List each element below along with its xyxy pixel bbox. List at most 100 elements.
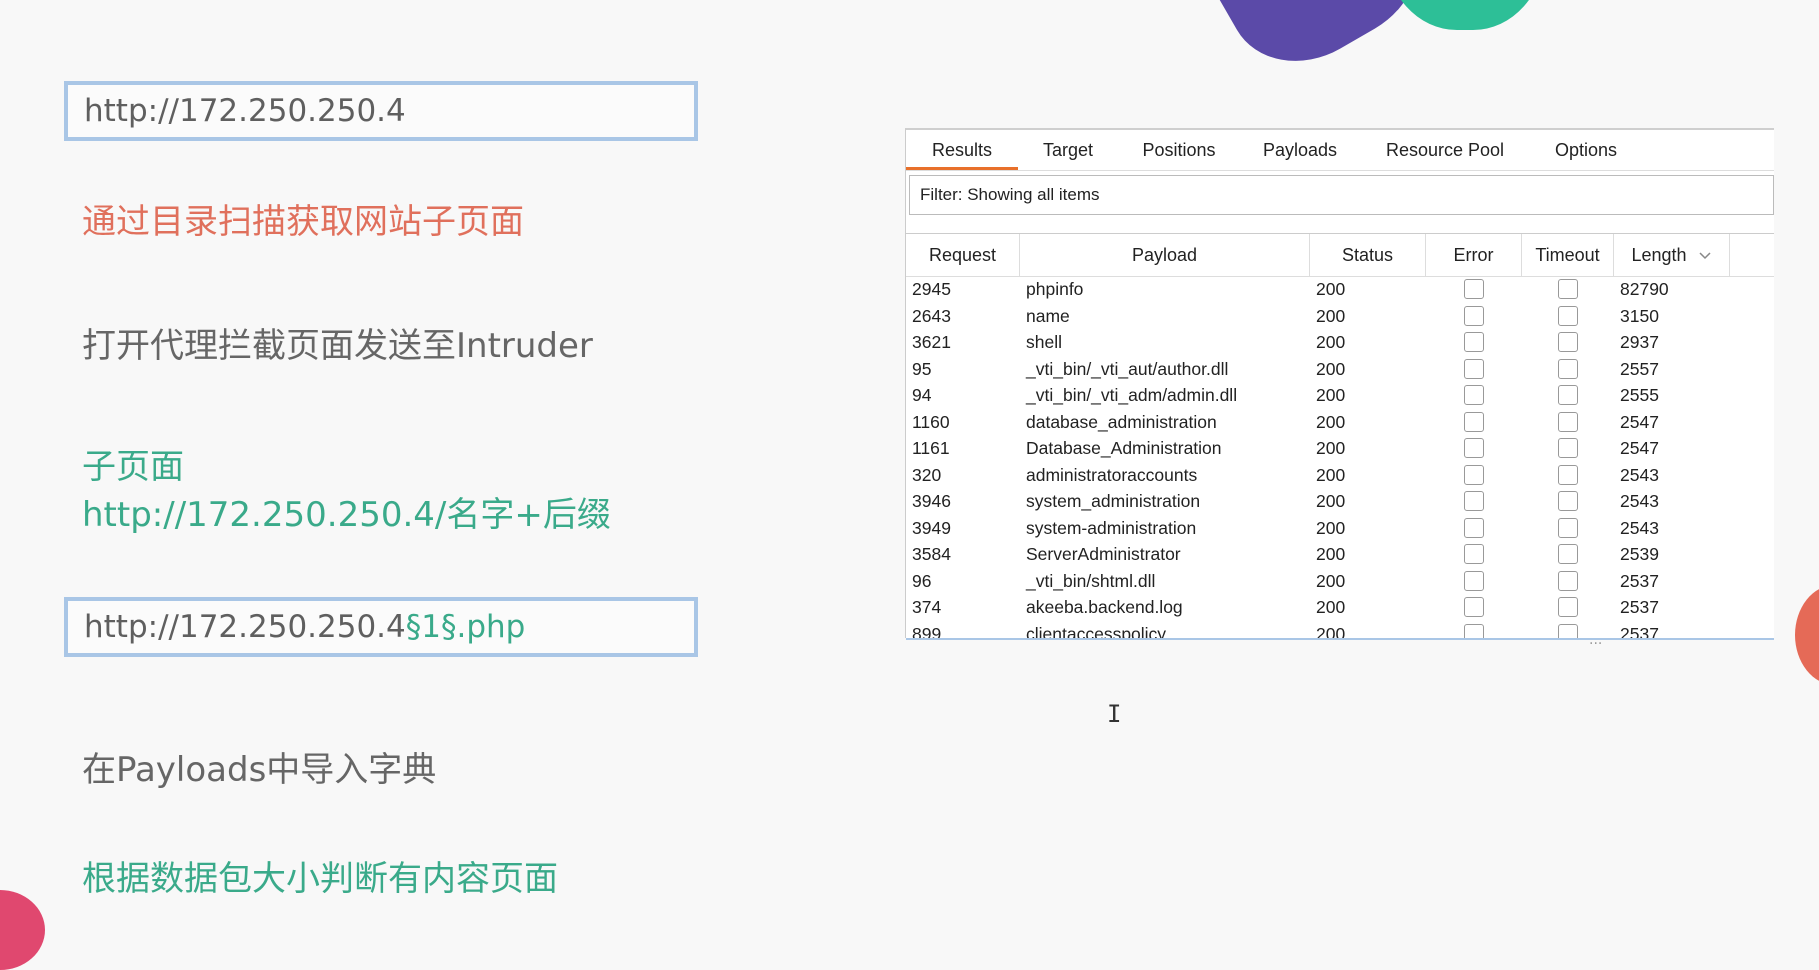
request-cell: 3621: [912, 332, 951, 352]
payload-cell: name: [1026, 305, 1070, 326]
column-header-error[interactable]: Error: [1426, 234, 1522, 276]
tab-positions[interactable]: Positions: [1118, 130, 1240, 170]
status-cell: 200: [1316, 517, 1346, 538]
request-cell: 2945: [912, 279, 951, 299]
payload-cell: system-administration: [1026, 517, 1197, 538]
request-cell: 1160: [912, 411, 950, 432]
subpage-url-pattern: http://172.250.250.4/名字+后缀: [82, 495, 611, 535]
table-row[interactable]: 320 administratoraccounts 200 2543: [906, 462, 1774, 489]
column-header-status[interactable]: Status: [1310, 234, 1426, 276]
results-filter-bar[interactable]: Filter: Showing all items: [909, 175, 1774, 215]
payload-cell: system_administration: [1026, 491, 1201, 511]
table-row[interactable]: 899 clientaccesspolicy 200 2537: [906, 621, 1774, 640]
tab-payloads[interactable]: Payloads: [1240, 130, 1360, 170]
status-cell: 200: [1316, 305, 1346, 326]
length-cell: 2543: [1620, 491, 1659, 511]
length-cell: 2555: [1620, 385, 1659, 405]
length-cell: 2537: [1620, 623, 1659, 640]
resize-handle[interactable]: ...: [1589, 632, 1602, 648]
text-cursor-icon: I: [1107, 700, 1122, 728]
tab-target[interactable]: Target: [1018, 130, 1118, 170]
payload-url-suffix: .php: [456, 609, 526, 645]
table-row[interactable]: 374 akeeba.backend.log 200 2537: [906, 594, 1774, 621]
results-table-body: 2945 phpinfo 200 82790 2643 name 200 3150 3621 sh…: [906, 276, 1774, 640]
status-cell: 200: [1316, 332, 1346, 352]
error-checkbox: [1464, 385, 1484, 405]
error-checkbox: [1464, 544, 1484, 564]
table-row[interactable]: 3949 system-administration 200 2543: [906, 515, 1774, 542]
timeout-checkbox: [1558, 385, 1578, 405]
length-cell: 2537: [1620, 570, 1659, 591]
error-checkbox: [1464, 279, 1484, 299]
length-cell: 2557: [1620, 358, 1659, 379]
timeout-checkbox: [1558, 305, 1578, 326]
payload-position-marker: §1§: [405, 609, 457, 645]
column-header-payload[interactable]: Payload: [1020, 234, 1310, 276]
payload-position-url-box: http://172.250.250.4§1§.php: [64, 597, 698, 657]
tab-resource-pool[interactable]: Resource Pool: [1360, 130, 1530, 170]
intruder-tabs: Results Target Positions Payloads Resour…: [906, 130, 1774, 171]
table-row[interactable]: 1161 Database_Administration 200 2547: [906, 435, 1774, 462]
error-checkbox: [1464, 305, 1484, 326]
column-header-length[interactable]: Length: [1614, 234, 1730, 276]
status-cell: 200: [1316, 544, 1346, 564]
target-url-box: http://172.250.250.4: [64, 81, 698, 141]
error-checkbox: [1464, 570, 1484, 591]
step-send-to-intruder: 打开代理拦截页面发送至Intruder: [82, 326, 593, 366]
tab-results[interactable]: Results: [906, 130, 1018, 170]
status-cell: 200: [1316, 491, 1346, 511]
status-cell: 200: [1316, 623, 1346, 640]
table-row[interactable]: 2643 name 200 3150: [906, 303, 1774, 330]
status-cell: 200: [1316, 279, 1346, 299]
timeout-checkbox: [1558, 597, 1578, 617]
table-row[interactable]: 3584 ServerAdministrator 200 2539: [906, 541, 1774, 568]
error-checkbox: [1464, 597, 1484, 617]
status-cell: 200: [1316, 385, 1346, 405]
length-cell: 82790: [1620, 279, 1669, 299]
step-directory-scan: 通过目录扫描获取网站子页面: [82, 202, 524, 242]
decorative-red-shape: [1795, 585, 1819, 685]
error-checkbox: [1464, 332, 1484, 352]
payload-url-prefix: http://172.250.250.4: [84, 609, 406, 645]
target-url: http://172.250.250.4: [84, 93, 406, 129]
error-checkbox: [1464, 623, 1484, 638]
length-cell: 2543: [1620, 464, 1659, 485]
error-checkbox: [1464, 411, 1484, 432]
timeout-checkbox: [1558, 570, 1578, 591]
subpage-title: 子页面: [82, 447, 184, 487]
status-cell: 200: [1316, 438, 1346, 458]
status-cell: 200: [1316, 597, 1346, 617]
step-judge-by-length: 根据数据包大小判断有内容页面: [82, 859, 558, 899]
error-checkbox: [1464, 358, 1484, 379]
timeout-checkbox: [1558, 491, 1578, 511]
request-cell: 96: [912, 570, 932, 591]
timeout-checkbox: [1558, 279, 1578, 299]
length-cell: 2937: [1620, 332, 1659, 352]
table-row[interactable]: 95 _vti_bin/_vti_aut/author.dll 200 2557: [906, 356, 1774, 383]
table-row[interactable]: 1160 database_administration 200 2547: [906, 409, 1774, 436]
request-cell: 320: [912, 464, 942, 485]
length-cell: 2547: [1620, 411, 1659, 432]
column-header-request[interactable]: Request: [906, 234, 1020, 276]
chevron-down-icon: [1699, 252, 1711, 260]
table-row[interactable]: 2945 phpinfo 200 82790: [906, 276, 1774, 303]
request-cell: 95: [912, 358, 932, 379]
status-cell: 200: [1316, 411, 1346, 432]
request-cell: 94: [912, 385, 932, 405]
error-checkbox: [1464, 491, 1484, 511]
request-cell: 3949: [912, 517, 951, 538]
table-row[interactable]: 96 _vti_bin/shtml.dll 200 2537: [906, 568, 1774, 595]
tab-options[interactable]: Options: [1530, 130, 1642, 170]
table-row[interactable]: 94 _vti_bin/_vti_adm/admin.dll 200 2555: [906, 382, 1774, 409]
error-checkbox: [1464, 464, 1484, 485]
decorative-purple-shape: [1185, 0, 1445, 89]
table-row[interactable]: 3946 system_administration 200 2543: [906, 488, 1774, 515]
timeout-checkbox: [1558, 623, 1578, 638]
payload-cell: akeeba.backend.log: [1026, 597, 1183, 617]
status-cell: 200: [1316, 570, 1346, 591]
decorative-pink-shape: [0, 890, 45, 970]
request-cell: 2643: [912, 305, 951, 326]
table-row[interactable]: 3621 shell 200 2937: [906, 329, 1774, 356]
column-header-timeout[interactable]: Timeout: [1522, 234, 1614, 276]
payload-cell: _vti_bin/_vti_adm/admin.dll: [1026, 385, 1238, 405]
